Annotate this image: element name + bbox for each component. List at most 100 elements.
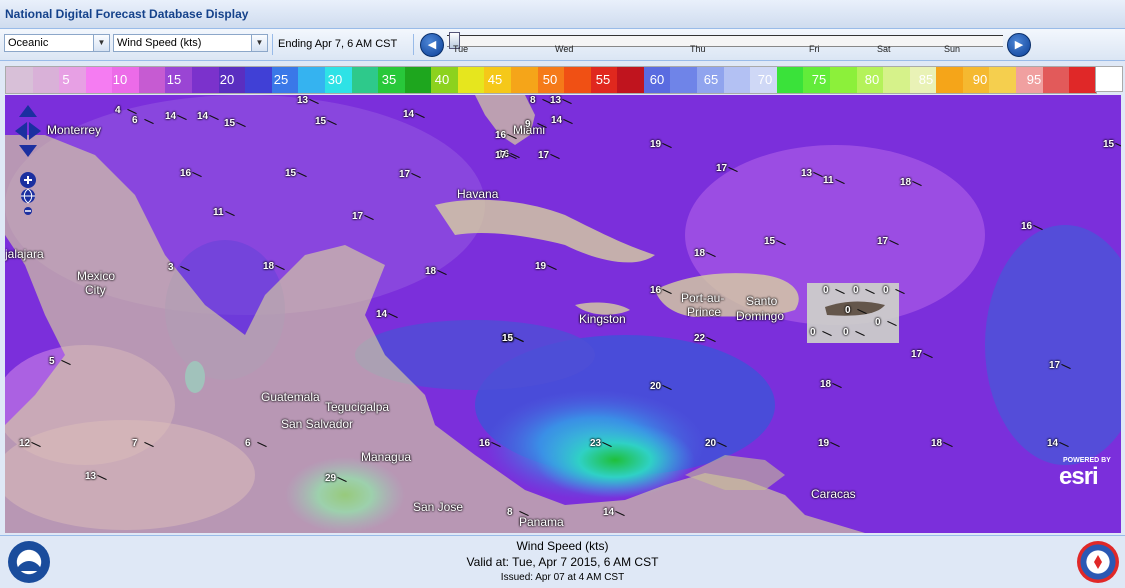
wind-barb: 20: [650, 381, 662, 392]
wind-barb: 14: [603, 507, 615, 518]
timeline-day: Tue: [453, 44, 469, 54]
legend-label: 25: [273, 72, 289, 87]
chevron-down-icon[interactable]: ▼: [251, 35, 267, 51]
legend-swatch: [351, 67, 379, 93]
place-label: Domingo: [736, 309, 785, 323]
map-element-title: Wind Speed (kts): [516, 539, 609, 553]
wind-barb: 19: [650, 139, 662, 150]
wind-barb: 15: [285, 168, 297, 179]
legend-label: 15: [166, 72, 182, 87]
place-label: Port-au-: [681, 291, 725, 305]
chevron-down-icon[interactable]: ▼: [93, 35, 109, 51]
legend-swatch: [510, 67, 538, 93]
wind-barb: 5: [49, 356, 55, 367]
esri-logo: esri: [1059, 463, 1099, 490]
wind-barb: 18: [425, 266, 437, 277]
legend-swatch: [192, 67, 219, 93]
wind-barb: 11: [823, 175, 834, 186]
step-back-icon[interactable]: ◀: [420, 33, 444, 57]
wind-barb: 14: [403, 109, 415, 120]
esri-attribution[interactable]: POWERED BY esri: [1057, 455, 1121, 491]
wind-barb: 23: [590, 438, 602, 449]
pan-down-icon[interactable]: [19, 145, 37, 157]
wind-barb: 14: [376, 309, 388, 320]
timeline-day: Fri: [809, 44, 820, 54]
wind-barb: 4: [115, 105, 121, 116]
wind-barb: 14: [551, 115, 563, 126]
app-title-bar: National Digital Forecast Database Displ…: [0, 0, 1125, 29]
legend-swatch: [564, 67, 591, 93]
legend-label: 80: [864, 72, 880, 87]
place-label: Caracas: [811, 487, 856, 501]
place-label: San Jose: [413, 500, 464, 514]
legend-swatch: [989, 67, 1016, 93]
wind-barb: 18: [694, 248, 706, 259]
step-forward-icon[interactable]: ▶: [1007, 33, 1031, 57]
pan-left-icon[interactable]: [15, 122, 27, 140]
legend-swatch: [1042, 67, 1070, 93]
wind-barb: 14: [197, 111, 209, 122]
place-label: Havana: [457, 187, 499, 201]
wind-barb: 0: [875, 317, 881, 328]
wind-barb: 18: [820, 379, 832, 390]
legend-label: 85: [918, 72, 934, 87]
wind-barb: 13: [550, 95, 562, 106]
place-label: Panama: [519, 515, 564, 529]
wind-barb: 0: [845, 305, 851, 316]
wind-barb: 15: [764, 236, 776, 247]
place-label: Guatemala: [261, 390, 320, 404]
separator: [413, 34, 414, 55]
timeline-day: Sun: [944, 44, 961, 54]
pan-right-icon[interactable]: [29, 122, 41, 140]
wind-barb: 0: [883, 285, 889, 296]
place-label: Kingston: [579, 312, 626, 326]
forecast-map[interactable]: Monterrey Mexico City jalajara Havana Miami Ki…: [5, 95, 1121, 533]
wind-barb: 0: [853, 285, 859, 296]
pan-up-icon[interactable]: [19, 105, 37, 117]
legend-label: 55: [595, 72, 611, 87]
nws-logo-icon: [1077, 541, 1119, 583]
legend-swatch: [776, 67, 804, 93]
ending-time-label: Ending Apr 7, 6 AM CST: [278, 38, 398, 50]
time-slider[interactable]: Tue Wed Thu Fri Sat Sun: [447, 31, 1003, 55]
issued-time: Issued: Apr 07 at 4 AM CST: [500, 572, 625, 583]
region-select[interactable]: Oceanic ▼: [4, 34, 110, 52]
wind-barb: 11: [213, 207, 224, 218]
legend-swatch: [404, 67, 432, 93]
wind-barb: 18: [900, 177, 912, 188]
wind-barb: 17: [538, 150, 550, 161]
time-slider-track[interactable]: [447, 35, 1003, 47]
legend-swatch: [138, 67, 166, 93]
legend-swatch: [936, 67, 963, 93]
map-navigation-control[interactable]: [13, 103, 43, 215]
legend-swatch: [6, 67, 33, 93]
wind-barb: 6: [132, 115, 138, 126]
region-select-value: Oceanic: [8, 37, 49, 49]
wind-barb: 13: [801, 168, 813, 179]
wind-barb: 17: [495, 150, 507, 161]
wind-barb: 16: [180, 168, 192, 179]
wind-barb: 20: [705, 438, 717, 449]
wind-barb: 8: [530, 95, 536, 106]
wind-barb: 0: [843, 327, 849, 338]
wind-barb: 29: [325, 473, 337, 484]
wind-speed-legend: 5 10 15 20 25 30 35 40 45 50 55 60 65 70 75 80 85 90 95: [5, 66, 1097, 94]
legend-label: 75: [811, 72, 827, 87]
place-label: Prince: [687, 305, 722, 319]
wind-barb: 17: [716, 163, 728, 174]
wind-barb: 14: [1047, 438, 1059, 449]
map-footer: Wind Speed (kts) Valid at: Tue, Apr 7 20…: [0, 535, 1125, 588]
element-select[interactable]: Wind Speed (kts) ▼: [113, 34, 268, 52]
wind-barb: 19: [818, 438, 830, 449]
legend-swatch: [85, 67, 113, 93]
legend-swatch: [1069, 67, 1096, 93]
place-label: City: [85, 283, 106, 297]
place-label: Managua: [361, 450, 412, 464]
wind-barb: 17: [399, 169, 411, 180]
legend-label: 95: [1026, 72, 1042, 87]
legend-swatch: [723, 67, 751, 93]
wind-barb: 7: [132, 438, 138, 449]
legend-swatch: [298, 67, 325, 93]
map-canvas: [5, 95, 1121, 533]
wind-barb: 17: [352, 211, 364, 222]
